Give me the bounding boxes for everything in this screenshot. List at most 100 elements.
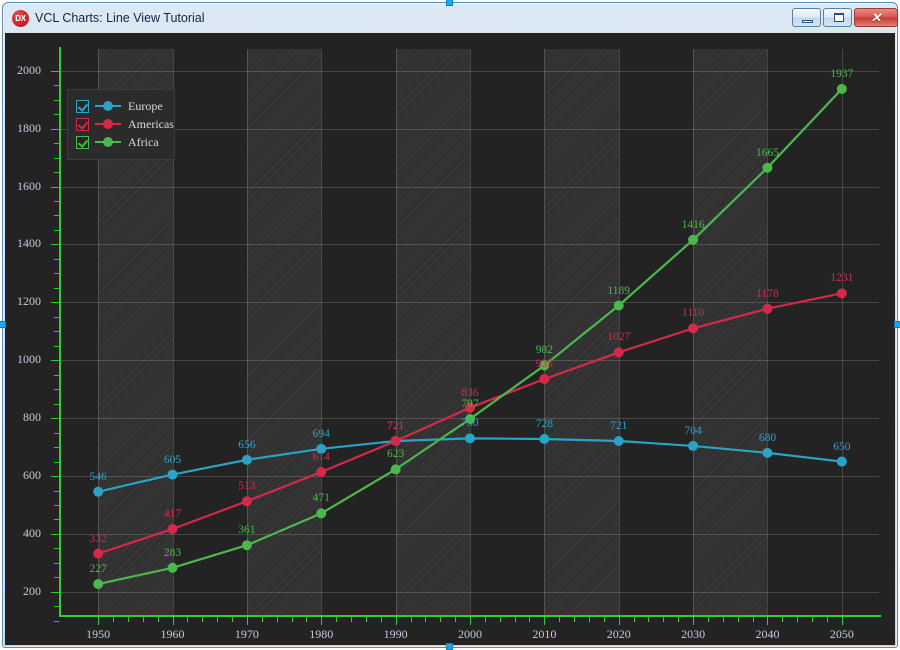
data-point-marker[interactable] xyxy=(168,563,178,573)
x-axis-tick-label: 1970 xyxy=(217,627,277,642)
resize-handle-bottom[interactable] xyxy=(446,643,453,650)
legend-marker-icon xyxy=(95,118,121,130)
data-point-marker[interactable] xyxy=(837,84,847,94)
x-axis-minor-tick xyxy=(217,617,218,622)
data-point-marker[interactable] xyxy=(391,464,401,474)
x-axis-tick-label: 1980 xyxy=(291,627,351,642)
legend-checkbox-africa[interactable] xyxy=(76,136,89,149)
legend-checkbox-europe[interactable] xyxy=(76,100,89,113)
data-point-marker[interactable] xyxy=(837,288,847,298)
data-point-marker[interactable] xyxy=(93,579,103,589)
data-point-marker[interactable] xyxy=(316,508,326,518)
x-axis-minor-tick xyxy=(827,617,828,622)
x-axis-minor-tick xyxy=(574,617,575,622)
resize-handle-right[interactable] xyxy=(894,321,900,328)
data-point-marker[interactable] xyxy=(688,441,698,451)
data-point-marker[interactable] xyxy=(614,347,624,357)
data-point-marker[interactable] xyxy=(614,436,624,446)
data-point-marker[interactable] xyxy=(465,414,475,424)
y-axis-tick xyxy=(51,592,59,593)
window-title: VCL Charts: Line View Tutorial xyxy=(35,9,205,27)
y-axis-tick-label: 1000 xyxy=(5,352,41,367)
close-button[interactable]: ✕ xyxy=(854,8,898,27)
y-axis-minor-tick xyxy=(54,158,59,159)
data-point-marker[interactable] xyxy=(837,457,847,467)
y-axis-minor-tick xyxy=(54,447,59,448)
x-axis-minor-tick xyxy=(128,617,129,622)
chart-canvas[interactable]: EuropeAmericasAfrica 2004006008001000120… xyxy=(5,33,895,645)
data-point-marker[interactable] xyxy=(242,540,252,550)
x-axis-tick-label: 2020 xyxy=(589,627,649,642)
data-point-marker[interactable] xyxy=(316,444,326,454)
data-point-marker[interactable] xyxy=(539,434,549,444)
y-axis-tick xyxy=(51,129,59,130)
data-point-marker[interactable] xyxy=(93,549,103,559)
data-point-marker[interactable] xyxy=(465,433,475,443)
data-point-marker[interactable] xyxy=(242,455,252,465)
maximize-icon xyxy=(834,13,844,22)
x-axis-minor-tick xyxy=(202,617,203,622)
y-axis-tick xyxy=(51,360,59,361)
legend-item-label: Africa xyxy=(128,135,159,149)
y-axis-minor-tick xyxy=(54,491,59,492)
data-point-marker[interactable] xyxy=(93,487,103,497)
x-axis-minor-tick xyxy=(500,617,501,622)
x-axis-minor-tick xyxy=(678,617,679,622)
x-axis-tick xyxy=(321,617,322,625)
x-axis-tick xyxy=(842,617,843,625)
legend-item-americas[interactable]: Americas xyxy=(76,115,166,133)
x-axis-minor-tick xyxy=(648,617,649,622)
data-point-marker[interactable] xyxy=(465,403,475,413)
application-window: DX VCL Charts: Line View Tutorial ✕ Euro… xyxy=(2,2,898,648)
data-point-marker[interactable] xyxy=(391,436,401,446)
data-point-marker[interactable] xyxy=(539,374,549,384)
legend-marker-icon xyxy=(95,136,121,148)
y-axis-minor-tick xyxy=(54,273,59,274)
dx-logo-icon: DX xyxy=(12,10,29,27)
legend-item-europe[interactable]: Europe xyxy=(76,97,166,115)
x-axis-minor-tick xyxy=(187,617,188,622)
data-point-marker[interactable] xyxy=(168,524,178,534)
y-axis-minor-tick xyxy=(54,259,59,260)
minimize-button[interactable] xyxy=(792,8,821,27)
y-axis-minor-tick xyxy=(54,215,59,216)
data-point-marker[interactable] xyxy=(316,467,326,477)
resize-handle-top[interactable] xyxy=(446,0,453,6)
data-point-marker[interactable] xyxy=(242,496,252,506)
data-point-marker[interactable] xyxy=(762,304,772,314)
x-axis-tick xyxy=(173,617,174,625)
x-axis-tick xyxy=(693,617,694,625)
x-axis-minor-tick xyxy=(411,617,412,622)
resize-handle-left[interactable] xyxy=(0,321,6,328)
x-axis-minor-tick xyxy=(113,617,114,622)
x-axis-tick-label: 2040 xyxy=(737,627,797,642)
data-point-marker[interactable] xyxy=(614,301,624,311)
data-point-marker[interactable] xyxy=(688,323,698,333)
x-axis-minor-tick xyxy=(782,617,783,622)
x-axis-minor-tick xyxy=(158,617,159,622)
y-axis-tick xyxy=(51,302,59,303)
legend-item-africa[interactable]: Africa xyxy=(76,133,166,151)
y-axis-minor-tick xyxy=(54,331,59,332)
y-axis-tick-label: 600 xyxy=(5,468,41,483)
x-axis-tick xyxy=(544,617,545,625)
y-axis-minor-tick xyxy=(54,389,59,390)
chart-legend[interactable]: EuropeAmericas Africa xyxy=(67,89,175,160)
data-point-marker[interactable] xyxy=(762,448,772,458)
title-bar: DX VCL Charts: Line View Tutorial ✕ xyxy=(3,3,897,33)
x-axis-minor-tick xyxy=(351,617,352,622)
legend-checkbox-americas[interactable] xyxy=(76,118,89,131)
y-axis-tick xyxy=(51,418,59,419)
x-axis-tick xyxy=(396,617,397,625)
x-axis-tick-label: 2030 xyxy=(663,627,723,642)
data-point-marker[interactable] xyxy=(168,470,178,480)
y-axis-minor-tick xyxy=(54,519,59,520)
x-axis-minor-tick xyxy=(634,617,635,622)
maximize-button[interactable] xyxy=(823,8,852,27)
data-point-marker[interactable] xyxy=(539,360,549,370)
y-axis-minor-tick xyxy=(54,462,59,463)
y-axis-tick-label: 1800 xyxy=(5,121,41,136)
data-point-marker[interactable] xyxy=(688,235,698,245)
data-point-marker[interactable] xyxy=(762,163,772,173)
x-axis-tick-label: 1950 xyxy=(68,627,128,642)
